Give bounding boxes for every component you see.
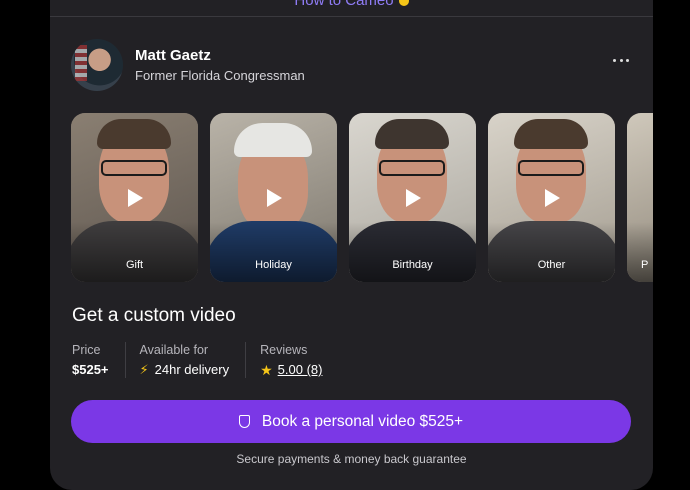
price-stat: Price $525+ — [72, 342, 126, 378]
lightning-icon: ⚡ — [139, 362, 149, 377]
price-value: $525+ — [72, 362, 109, 377]
play-icon[interactable] — [545, 189, 560, 207]
play-icon[interactable] — [128, 189, 143, 207]
reviews-stat: Reviews ★ 5.00 (8) — [260, 342, 338, 378]
play-icon[interactable] — [267, 189, 282, 207]
book-button-label: Book a personal video $525+ — [261, 412, 464, 430]
tile-label: Holiday — [255, 259, 292, 271]
video-tile-holiday[interactable]: Holiday — [210, 113, 337, 282]
video-tile-gift[interactable]: Gift — [71, 113, 198, 282]
guarantee-note: Secure payments & money back guarantee — [236, 452, 467, 466]
custom-video-heading: Get a custom video — [72, 305, 236, 326]
divider — [50, 16, 653, 17]
video-tile-other[interactable]: Other — [488, 113, 615, 282]
talent-name[interactable]: Matt Gaetz — [135, 46, 305, 65]
star-icon: ★ — [260, 362, 273, 378]
talent-card: How to Cameo Matt Gaetz Former Florida C… — [50, 0, 653, 490]
book-video-button[interactable]: Book a personal video $525+ — [71, 400, 631, 443]
how-to-cameo-label: How to Cameo — [294, 0, 394, 9]
video-carousel: Gift Holiday Birthday Other P — [71, 113, 653, 282]
tile-label: Other — [537, 259, 566, 271]
more-options-icon[interactable] — [613, 52, 629, 68]
reviews-label: Reviews — [260, 343, 308, 357]
profile-header: Matt Gaetz Former Florida Congressman — [71, 38, 305, 92]
availability-stat: Available for ⚡ 24hr delivery — [140, 342, 247, 378]
tile-label: Birthday — [392, 259, 433, 271]
avatar[interactable] — [71, 39, 123, 91]
availability-value: 24hr delivery — [154, 362, 230, 377]
video-tile-partial[interactable]: P — [627, 113, 653, 282]
reviews-link[interactable]: 5.00 (8) — [278, 361, 323, 379]
price-label: Price — [72, 343, 101, 357]
availability-label: Available for — [139, 343, 209, 357]
tile-label: Gift — [125, 259, 144, 271]
video-stats: Price $525+ Available for ⚡ 24hr deliver… — [72, 342, 352, 388]
how-to-cameo-link[interactable]: How to Cameo — [50, 0, 653, 9]
shield-icon — [238, 415, 250, 428]
flag-icon — [75, 45, 87, 81]
tile-label: P — [641, 259, 649, 271]
talent-title: Former Florida Congressman — [135, 67, 305, 83]
emoji-icon — [398, 0, 409, 7]
play-icon[interactable] — [406, 189, 421, 207]
video-tile-birthday[interactable]: Birthday — [349, 113, 476, 282]
